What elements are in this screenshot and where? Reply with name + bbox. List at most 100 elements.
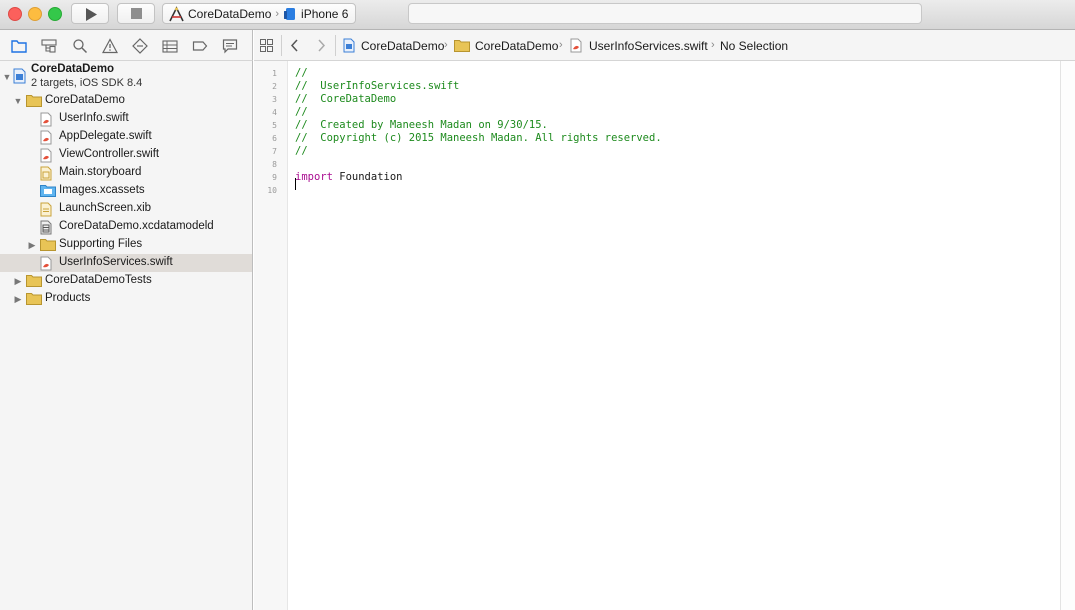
stop-icon <box>131 8 142 19</box>
code-line[interactable]: // <box>295 67 308 79</box>
line-number: 7 <box>272 147 277 156</box>
line-number: 5 <box>272 121 277 130</box>
jumpbar-divider <box>335 35 336 56</box>
disclosure-closed-icon[interactable]: ▶ <box>27 240 37 250</box>
scheme-separator-chevron-icon: › <box>275 7 280 20</box>
run-button[interactable] <box>71 3 109 24</box>
iphone-device-icon <box>284 7 296 20</box>
xcode-project-file-icon <box>13 68 26 84</box>
storyboard-file-icon <box>40 166 54 181</box>
scheme-name[interactable]: CoreDataDemo <box>188 7 271 21</box>
navigator-row-label: CoreDataDemoTests <box>45 274 152 286</box>
activity-viewer <box>408 3 922 24</box>
navigator-row[interactable]: ViewController.swift <box>0 146 252 164</box>
related-items-grid-icon[interactable] <box>260 39 273 52</box>
breadcrumb-chevron-icon: › <box>711 39 715 51</box>
navigator-row[interactable]: ▼ CoreDataDemo <box>0 92 252 110</box>
swift-file-icon <box>40 148 54 163</box>
navigator-row[interactable]: ▶ CoreDataDemoTests <box>0 272 252 290</box>
folder-icon <box>40 238 56 251</box>
navigator-row-label: UserInfo.swift <box>59 112 129 124</box>
navigator-row-label: Supporting Files <box>59 238 143 250</box>
navigator-row-label: LaunchScreen.xib <box>59 202 152 214</box>
xcode-app-icon <box>169 5 184 21</box>
navigator-row-label: Main.storyboard <box>59 166 142 178</box>
swift-file-icon <box>40 112 54 127</box>
jumpbar-divider <box>281 35 282 56</box>
disclosure-open-icon[interactable]: ▼ <box>2 72 12 82</box>
comment-token: // UserInfoServices.swift <box>295 80 460 92</box>
close-window-button[interactable] <box>8 7 22 21</box>
line-number: 3 <box>272 95 277 104</box>
comment-token: // <box>295 67 308 79</box>
data-model-file-icon <box>40 220 54 235</box>
jump-bar: CoreDataDemo › CoreDataDemo › UserInfoSe… <box>254 30 1075 61</box>
editor-right-margin <box>1060 61 1075 610</box>
breadcrumb-chevron-icon: › <box>444 39 448 51</box>
swift-file-icon <box>40 130 54 145</box>
line-number-gutter: 1 2 3 4 5 6 7 8 9 10 <box>254 61 288 610</box>
jumpbar-file[interactable]: UserInfoServices.swift <box>589 39 708 53</box>
code-line[interactable]: // Copyright (c) 2015 Maneesh Madan. All… <box>295 132 662 144</box>
code-line[interactable]: // <box>295 106 308 118</box>
swift-file-icon <box>40 256 54 271</box>
find-navigator-search-icon[interactable] <box>72 38 88 54</box>
asset-catalog-icon <box>40 184 56 197</box>
code-line[interactable]: // UserInfoServices.swift <box>295 80 459 92</box>
disclosure-closed-icon[interactable]: ▶ <box>13 294 23 304</box>
stop-button[interactable] <box>117 3 155 24</box>
navigator-row[interactable]: LaunchScreen.xib <box>0 200 252 218</box>
comment-token: // Created by Maneesh Madan on 9/30/15. <box>295 119 548 131</box>
back-chevron-icon[interactable] <box>290 39 299 52</box>
navigator-row[interactable]: Main.storyboard <box>0 164 252 182</box>
navigator-row-label: UserInfoServices.swift <box>59 256 173 268</box>
report-navigator-speech-bubble-icon[interactable] <box>222 38 238 54</box>
navigator-selector-bar <box>0 30 253 61</box>
project-navigator-folder-icon[interactable] <box>11 38 27 54</box>
navigator-row-label: CoreDataDemo.xcdatamodeld <box>59 220 214 232</box>
navigator-row-label: CoreDataDemo <box>45 94 125 106</box>
test-navigator-diamond-icon[interactable] <box>132 38 148 54</box>
project-root-row[interactable]: ▼ CoreDataDemo 2 targets, iOS SDK 8.4 <box>0 62 252 90</box>
comment-token: // Copyright (c) 2015 Maneesh Madan. All… <box>295 132 662 144</box>
project-name: CoreDataDemo <box>31 63 115 75</box>
disclosure-open-icon[interactable]: ▼ <box>13 96 23 106</box>
navigator-row-label: Products <box>45 292 91 304</box>
symbol-navigator-icon[interactable] <box>41 38 57 54</box>
minimize-window-button[interactable] <box>28 7 42 21</box>
code-line[interactable]: // <box>295 145 308 157</box>
breakpoint-navigator-icon[interactable] <box>192 38 208 54</box>
navigator-row[interactable]: ▶ Supporting Files <box>0 236 252 254</box>
zoom-window-button[interactable] <box>48 7 62 21</box>
line-number: 10 <box>267 186 277 195</box>
navigator-row[interactable]: ▶ Products <box>0 290 252 308</box>
navigator-row[interactable]: AppDelegate.swift <box>0 128 252 146</box>
navigator-row-label: AppDelegate.swift <box>59 130 152 142</box>
debug-navigator-gauge-icon[interactable] <box>162 38 178 54</box>
code-line[interactable]: import Foundation <box>295 171 402 183</box>
line-number: 2 <box>272 82 277 91</box>
scheme-selector[interactable]: CoreDataDemo › iPhone 6 <box>162 3 356 24</box>
forward-chevron-icon[interactable] <box>317 39 326 52</box>
keyword-token: import <box>295 171 333 183</box>
destination-name[interactable]: iPhone 6 <box>301 7 348 21</box>
jumpbar-symbol[interactable]: No Selection <box>720 39 788 53</box>
jumpbar-group[interactable]: CoreDataDemo <box>475 39 558 53</box>
code-line[interactable]: // CoreDataDemo <box>295 93 396 105</box>
line-number: 4 <box>272 108 277 117</box>
navigator-row[interactable]: Images.xcassets <box>0 182 252 200</box>
code-line[interactable]: // Created by Maneesh Madan on 9/30/15. <box>295 119 548 131</box>
issue-navigator-warning-icon[interactable] <box>102 38 118 54</box>
jumpbar-project[interactable]: CoreDataDemo <box>361 39 444 53</box>
disclosure-closed-icon[interactable]: ▶ <box>13 276 23 286</box>
play-icon <box>86 8 97 21</box>
project-navigator: ▼ CoreDataDemo 2 targets, iOS SDK 8.4 ▼ C… <box>0 61 253 610</box>
navigator-row[interactable]: UserInfoServices.swift <box>0 254 252 272</box>
comment-token: // <box>295 145 308 157</box>
identifier-token: Foundation <box>332 171 403 183</box>
navigator-row[interactable]: UserInfo.swift <box>0 110 252 128</box>
navigator-row-label: Images.xcassets <box>59 184 145 196</box>
comment-token: // CoreDataDemo <box>295 93 397 105</box>
folder-icon <box>26 292 42 305</box>
navigator-row[interactable]: CoreDataDemo.xcdatamodeld <box>0 218 252 236</box>
